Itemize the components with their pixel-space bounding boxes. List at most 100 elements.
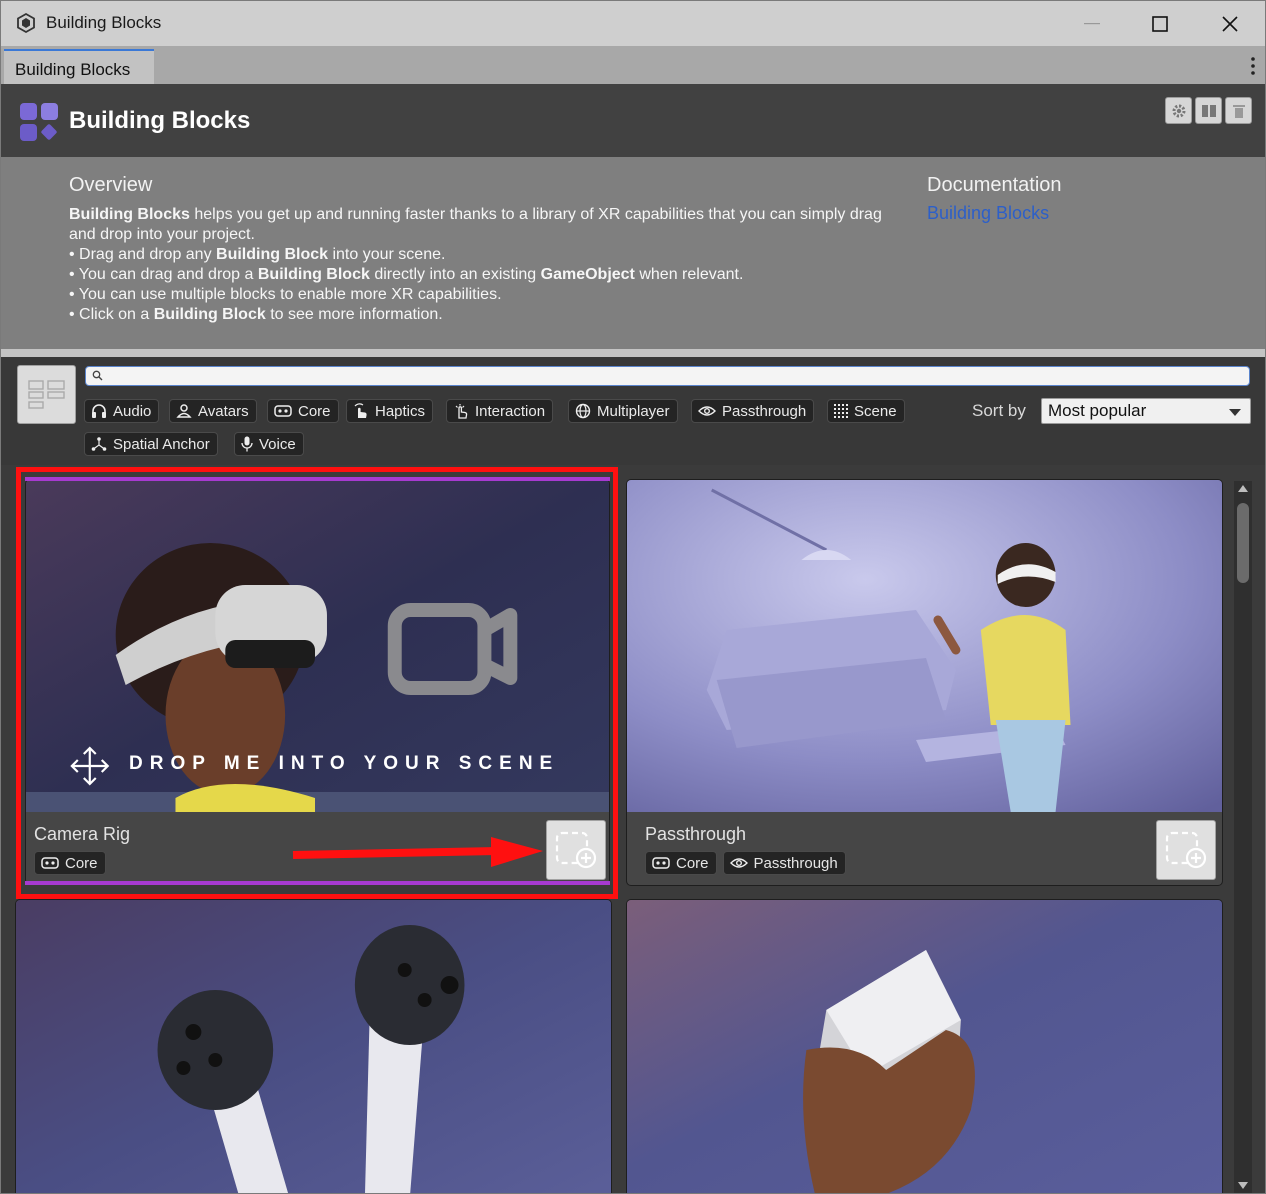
selection-bottom-bar	[25, 881, 610, 885]
vertical-scrollbar[interactable]	[1234, 481, 1252, 1193]
scroll-down-icon[interactable]	[1238, 1182, 1248, 1189]
filter-chip-avatars[interactable]: Avatars	[169, 399, 257, 423]
filter-chip-audio[interactable]: Audio	[84, 399, 160, 423]
unity-logo-icon	[17, 12, 35, 34]
filter-chip-interaction[interactable]: Interaction	[446, 399, 554, 423]
settings-icon	[1172, 104, 1185, 117]
chip-label: Voice	[259, 435, 296, 453]
delete-icon	[1232, 104, 1245, 118]
tag-core[interactable]: Core	[645, 851, 717, 875]
block-card-camera-rig[interactable]: DROP ME INTO YOUR SCENE Camera Rig Core	[25, 479, 610, 885]
building-blocks-logo-icon	[20, 103, 58, 141]
sort-dropdown[interactable]: Most popular	[1041, 398, 1251, 424]
chevron-down-icon	[1229, 409, 1241, 416]
filter-toolbar: Audio Avatars Core Haptics Interaction M…	[1, 357, 1265, 465]
bullet-3-text: • You can use multiple blocks to enable …	[69, 286, 502, 303]
columns-icon	[1201, 104, 1216, 117]
filter-chip-haptics[interactable]: Haptics	[346, 399, 434, 423]
headphones-icon	[92, 404, 106, 418]
anchor-nodes-icon	[91, 437, 107, 451]
panel-header: Building Blocks	[1, 84, 1265, 157]
haptics-hand-icon	[354, 403, 367, 418]
sort-by-label: Sort by	[972, 401, 1026, 420]
minimize-icon	[1084, 22, 1100, 24]
tab-building-blocks[interactable]: Building Blocks	[4, 49, 154, 84]
block-card-passthrough[interactable]: Passthrough Core Passthrough	[626, 479, 1223, 886]
add-block-icon	[555, 831, 597, 869]
chip-label: Audio	[113, 402, 152, 420]
block-card-grab-interaction[interactable]	[626, 899, 1223, 1193]
close-icon	[1222, 15, 1238, 32]
filter-chip-scene[interactable]: Scene	[827, 399, 905, 423]
minimize-button[interactable]	[1057, 1, 1127, 46]
add-block-icon	[1165, 831, 1207, 869]
passthrough-preview-image	[627, 480, 1222, 812]
person-icon	[176, 404, 192, 418]
panel-title: Building Blocks	[69, 107, 251, 134]
chip-label: Passthrough	[722, 402, 807, 420]
bullet-2-bold: Building Block	[257, 266, 370, 283]
tag-label: Passthrough	[753, 854, 838, 872]
search-icon	[92, 370, 103, 381]
microphone-icon	[241, 436, 253, 452]
overview-section: Overview Building Blocks helps you get u…	[1, 157, 1265, 349]
add-to-scene-button[interactable]	[546, 820, 606, 880]
grab-cube-preview-image	[627, 900, 1222, 1193]
close-button[interactable]	[1195, 1, 1265, 46]
drop-into-scene-text: DROP ME INTO YOUR SCENE	[129, 753, 560, 774]
settings-button[interactable]	[1165, 97, 1192, 124]
bullet-1-text: • Drag and drop any	[69, 246, 217, 263]
scroll-up-icon[interactable]	[1238, 485, 1248, 492]
pointer-hand-icon	[455, 404, 468, 419]
headset-icon	[41, 857, 59, 869]
eye-icon	[698, 406, 716, 416]
more-options-icon[interactable]	[1251, 57, 1255, 75]
overview-intro-bold: Building Blocks	[69, 206, 190, 223]
headset-icon	[274, 405, 292, 417]
filter-chip-multiplayer[interactable]: Multiplayer	[568, 399, 678, 423]
tag-label: Core	[65, 854, 98, 872]
maximize-icon	[1152, 15, 1168, 32]
block-card-controllers[interactable]	[15, 899, 612, 1193]
add-to-scene-button[interactable]	[1156, 820, 1216, 880]
search-input[interactable]	[85, 366, 1250, 386]
chip-label: Interaction	[475, 402, 546, 420]
documentation-title: Documentation	[927, 174, 1062, 196]
blocks-grid: DROP ME INTO YOUR SCENE Camera Rig Core	[1, 465, 1265, 1193]
chip-label: Avatars	[198, 402, 249, 420]
headset-icon	[652, 857, 670, 869]
filter-chip-voice[interactable]: Voice	[234, 432, 304, 456]
columns-button[interactable]	[1195, 97, 1222, 124]
bullet-2-bold2: GameObject	[540, 266, 635, 283]
scrollbar-thumb[interactable]	[1237, 503, 1249, 583]
chip-label: Spatial Anchor	[113, 435, 210, 453]
chip-label: Scene	[854, 402, 897, 420]
sort-dropdown-value: Most popular	[1048, 401, 1147, 420]
card-title: Passthrough	[645, 824, 747, 844]
view-toggle-button[interactable]	[17, 365, 76, 424]
card-tags: Core	[34, 851, 106, 875]
documentation-link[interactable]: Building Blocks	[927, 203, 1049, 224]
tag-core[interactable]: Core	[34, 851, 106, 875]
chip-label: Haptics	[375, 402, 426, 420]
filter-chip-spatial-anchor[interactable]: Spatial Anchor	[84, 432, 218, 456]
chip-label: Multiplayer	[597, 402, 670, 420]
tag-passthrough[interactable]: Passthrough	[722, 851, 846, 875]
tab-strip: Building Blocks	[1, 46, 1265, 84]
bullet-1-bold: Building Block	[216, 246, 329, 263]
title-bar: Building Blocks	[1, 1, 1265, 46]
card-tags: Core Passthrough	[645, 851, 846, 875]
window-title: Building Blocks	[46, 13, 162, 32]
bullet-2-mid: directly into an existing	[369, 266, 541, 283]
section-divider	[1, 349, 1265, 357]
maximize-button[interactable]	[1125, 1, 1195, 46]
delete-button[interactable]	[1225, 97, 1252, 124]
bullet-2-end: when relevant.	[634, 266, 744, 283]
globe-icon	[575, 403, 591, 419]
filter-chip-passthrough[interactable]: Passthrough	[691, 399, 815, 423]
filter-chip-core[interactable]: Core	[267, 399, 339, 423]
card-title: Camera Rig	[34, 824, 131, 844]
overview-intro: helps you get up and running faster than…	[69, 206, 882, 243]
building-blocks-window: Building Blocks Building Blocks Building…	[0, 0, 1266, 1194]
eye-icon	[729, 858, 748, 868]
